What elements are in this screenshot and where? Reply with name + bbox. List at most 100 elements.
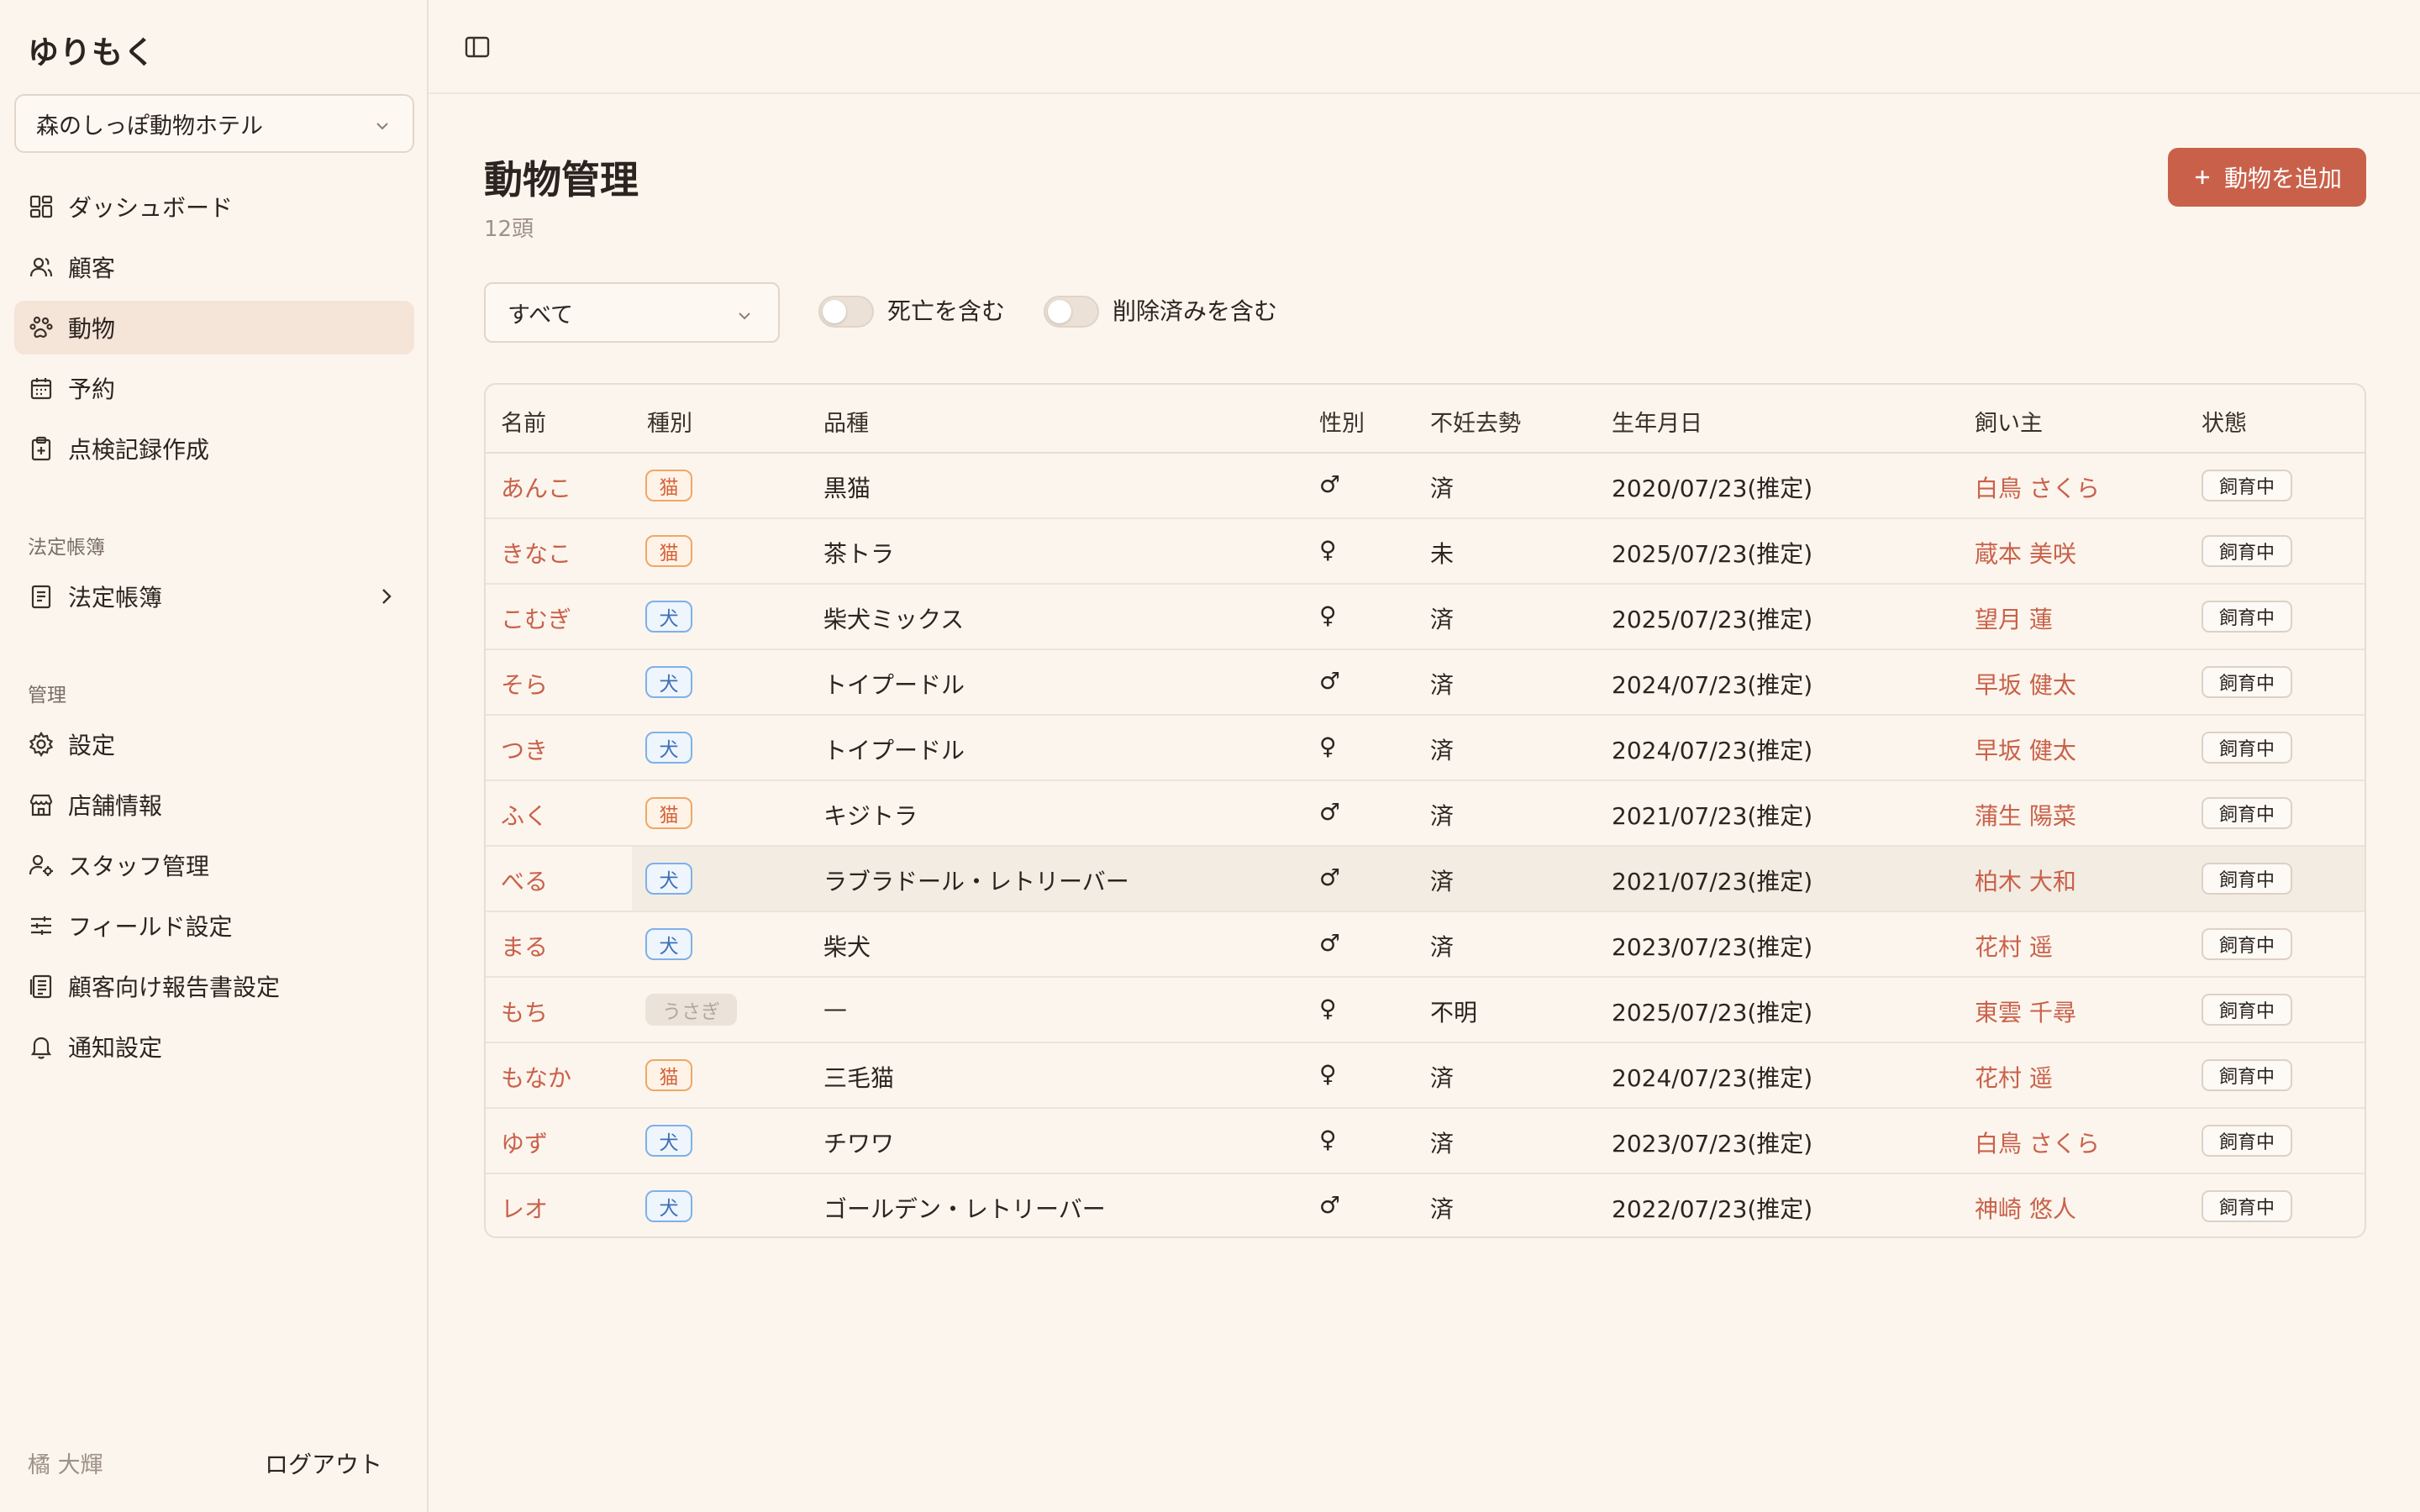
table-row[interactable]: そら 犬 トイプードル ♂ 済 2024/07/23(推定) 早坂 健太 飼育中 [486, 650, 2365, 716]
table-header: 名前 種別 品種 性別 不妊去勢 生年月日 飼い主 状態 [486, 385, 2365, 454]
brand-logo[interactable]: ゆりもく [28, 27, 155, 72]
animal-name-link[interactable]: もなか [501, 1060, 571, 1094]
animal-name-link[interactable]: つき [501, 732, 548, 766]
owner-link[interactable]: 柏木 大和 [1975, 864, 2076, 897]
table-row[interactable]: ふく 猫 キジトラ ♂ 済 2021/07/23(推定) 蒲生 陽菜 飼育中 [486, 781, 2365, 847]
owner-link[interactable]: 白鳥 さくら [1975, 470, 2100, 504]
user-cog-icon [29, 854, 53, 876]
animal-name-link[interactable]: まる [501, 929, 548, 963]
species-badge: 猫 [645, 470, 692, 501]
species-badge: 犬 [645, 666, 692, 698]
breed-cell: 三毛猫 [823, 1064, 895, 1092]
nav-label: 店舗情報 [68, 792, 163, 820]
nav-item-reservations[interactable]: 予約 [14, 361, 414, 415]
deleted-toggle[interactable] [1044, 296, 1099, 328]
column-header-birthdate[interactable]: 生年月日 [1612, 405, 1702, 438]
table-row[interactable]: きなこ 猫 茶トラ ♀ 未 2025/07/23(推定) 蔵本 美咲 飼育中 [486, 519, 2365, 585]
animal-name-link[interactable]: ゆず [501, 1126, 548, 1159]
nav-label: 設定 [68, 732, 116, 759]
table-row[interactable]: こむぎ 犬 柴犬ミックス ♀ 済 2025/07/23(推定) 望月 蓮 飼育中 [486, 585, 2365, 650]
column-header-status[interactable]: 状態 [2202, 405, 2247, 438]
add-animal-button[interactable]: 動物を追加 [2168, 148, 2366, 207]
nav-item-animals[interactable]: 動物 [14, 301, 414, 354]
birthdate-cell: 2025/07/23(推定) [1612, 606, 1813, 633]
column-header-name[interactable]: 名前 [501, 405, 546, 438]
species-filter-select[interactable]: すべて [484, 282, 780, 343]
table-row[interactable]: もち うさぎ — ♀ 不明 2025/07/23(推定) 東雲 千尋 飼育中 [486, 978, 2365, 1043]
paw-icon [29, 316, 53, 339]
neutered-cell: 済 [1430, 933, 1455, 961]
table-row[interactable]: べる 犬 ラブラドール・レトリーバー ♂ 済 2021/07/23(推定) 柏木… [486, 847, 2365, 912]
nav-item-legal-books[interactable]: 法定帳簿 [14, 570, 414, 623]
nav-item-store-info[interactable]: 店舗情報 [14, 778, 414, 832]
store-select-value: 森のしっぽ動物ホテル [36, 113, 263, 139]
column-header-owner[interactable]: 飼い主 [1975, 405, 2043, 438]
table-row[interactable]: ゆず 犬 チワワ ♀ 済 2023/07/23(推定) 白鳥 さくら 飼育中 [486, 1109, 2365, 1174]
toggle-knob [823, 300, 846, 323]
species-badge: 猫 [645, 797, 692, 829]
book-icon [31, 585, 51, 609]
store-select[interactable]: 森のしっぽ動物ホテル [14, 94, 414, 153]
animal-name-link[interactable]: あんこ [501, 470, 571, 504]
nav-item-field-settings[interactable]: フィールド設定 [14, 899, 414, 953]
sex-cell: ♂ [1319, 864, 1341, 891]
neutered-cell: 未 [1430, 540, 1455, 568]
owner-link[interactable]: 蔵本 美咲 [1975, 536, 2076, 570]
animal-name-link[interactable]: きなこ [501, 536, 571, 570]
birthdate-cell: 2021/07/23(推定) [1612, 802, 1813, 830]
nav-item-customers[interactable]: 顧客 [14, 240, 414, 294]
breed-cell: — [823, 995, 847, 1022]
table-row[interactable]: レオ 犬 ゴールデン・レトリーバー ♂ 済 2022/07/23(推定) 神崎 … [486, 1174, 2365, 1236]
owner-link[interactable]: 蒲生 陽菜 [1975, 798, 2076, 832]
animal-name-link[interactable]: もち [501, 995, 548, 1028]
owner-link[interactable]: 早坂 健太 [1975, 667, 2076, 701]
status-badge: 飼育中 [2202, 928, 2292, 960]
owner-link[interactable]: 望月 蓮 [1975, 601, 2053, 635]
deleted-toggle-label: 削除済みを含む [1113, 297, 1278, 325]
animal-count: 12頭 [484, 217, 534, 242]
nav-label: 顧客 [68, 255, 116, 282]
breed-cell: 柴犬ミックス [823, 606, 965, 633]
sidebar-toggle-icon[interactable] [464, 34, 491, 60]
neutered-cell: 済 [1430, 1130, 1455, 1158]
neutered-cell: 済 [1430, 1195, 1455, 1223]
birthdate-cell: 2020/07/23(推定) [1612, 475, 1813, 502]
nav-item-report-settings[interactable]: 顧客向け報告書設定 [14, 959, 414, 1013]
table-row[interactable]: つき 犬 トイプードル ♀ 済 2024/07/23(推定) 早坂 健太 飼育中 [486, 716, 2365, 781]
logout-button[interactable]: ログアウト [265, 1446, 382, 1480]
nav-label: 動物 [68, 315, 116, 343]
animal-name-link[interactable]: レオ [501, 1191, 548, 1225]
column-header-neutered[interactable]: 不妊去勢 [1430, 405, 1521, 438]
column-header-sex[interactable]: 性別 [1319, 405, 1365, 438]
nav-item-staff[interactable]: スタッフ管理 [14, 838, 414, 892]
species-badge: うさぎ [645, 994, 737, 1026]
owner-link[interactable]: 花村 遥 [1975, 1060, 2053, 1094]
table-row[interactable]: まる 犬 柴犬 ♂ 済 2023/07/23(推定) 花村 遥 飼育中 [486, 912, 2365, 978]
owner-link[interactable]: 東雲 千尋 [1975, 995, 2076, 1028]
column-header-species[interactable]: 種別 [647, 405, 692, 438]
toggle-knob [1048, 300, 1071, 323]
animal-name-link[interactable]: べる [501, 864, 548, 897]
owner-link[interactable]: 早坂 健太 [1975, 732, 2076, 766]
owner-link[interactable]: 白鳥 さくら [1975, 1126, 2100, 1159]
animal-name-link[interactable]: こむぎ [501, 601, 571, 635]
nav-item-dashboard[interactable]: ダッシュボード [14, 180, 414, 234]
chevron-down-icon [376, 123, 388, 130]
current-user: 橘 大輝 [28, 1452, 103, 1478]
nav-item-settings[interactable]: 設定 [14, 717, 414, 771]
animals-table: 名前 種別 品種 性別 不妊去勢 生年月日 飼い主 状態 あんこ 猫 黒猫 ♂ … [484, 383, 2366, 1238]
table-row[interactable]: あんこ 猫 黒猫 ♂ 済 2020/07/23(推定) 白鳥 さくら 飼育中 [486, 454, 2365, 519]
animal-name-link[interactable]: ふく [501, 798, 548, 832]
nav-item-inspection[interactable]: 点検記録作成 [14, 422, 414, 475]
deceased-toggle[interactable] [818, 296, 874, 328]
neutered-cell: 済 [1430, 475, 1455, 502]
owner-link[interactable]: 神崎 悠人 [1975, 1191, 2076, 1225]
sex-cell: ♂ [1319, 929, 1341, 957]
neutered-cell: 済 [1430, 868, 1455, 895]
owner-link[interactable]: 花村 遥 [1975, 929, 2053, 963]
animal-name-link[interactable]: そら [501, 667, 548, 701]
table-row[interactable]: もなか 猫 三毛猫 ♀ 済 2024/07/23(推定) 花村 遥 飼育中 [486, 1043, 2365, 1109]
nav-label: 法定帳簿 [68, 584, 163, 612]
nav-item-notification-settings[interactable]: 通知設定 [14, 1020, 414, 1074]
column-header-breed[interactable]: 品種 [823, 405, 869, 438]
